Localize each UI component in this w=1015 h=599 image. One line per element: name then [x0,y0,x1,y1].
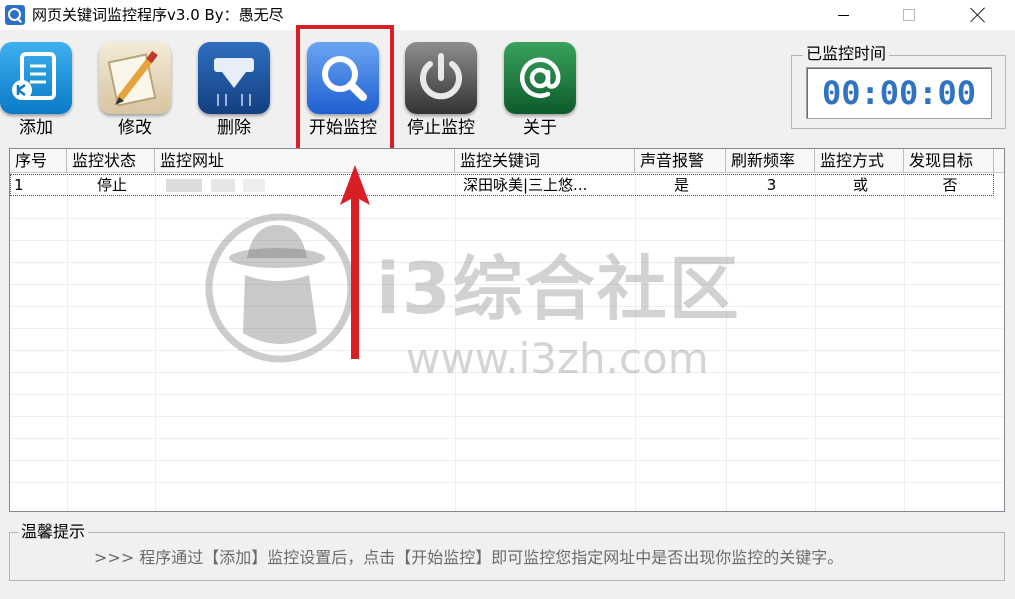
grid-line [10,350,1004,351]
start-button-highlight-box [296,25,394,155]
add-list-icon [0,42,72,114]
cell-found: 否 [942,176,958,194]
delete-button[interactable]: 删除 [189,40,279,140]
add-button[interactable]: 添加 [0,40,81,140]
power-icon [405,42,477,114]
column-header-found[interactable]: 发现目标 [904,149,994,173]
grid-line [10,416,1004,417]
column-header-refresh[interactable]: 刷新频率 [726,149,815,173]
grid-line [10,438,1004,439]
about-button[interactable]: 关于 [495,40,585,140]
maximize-icon [903,9,915,21]
grid-line [10,372,1004,373]
grid-line [10,284,1004,285]
minimize-icon [837,14,849,16]
grid-line [455,173,456,511]
hint-text: >>> 程序通过【添加】监控设置后，点击【开始监控】即可监控您指定网址中是否出现… [94,548,844,567]
cell-status: 停止 [96,176,127,194]
hint-legend: 温馨提示 [18,522,89,542]
cell-mode: 或 [852,176,868,194]
grid-line [635,173,636,511]
grid-line [10,240,1004,241]
app-search-icon [5,5,25,25]
redacted-url-block [243,179,265,192]
cell-keywords: 深田咏美|三上悠... [463,176,588,194]
grid-line [10,482,1004,483]
redacted-url-block [211,179,235,192]
column-header-mode[interactable]: 监控方式 [815,149,904,173]
cell-refresh: 3 [766,176,777,194]
column-header-index[interactable]: 序号 [10,149,67,173]
grid-line [10,218,1004,219]
grid-line [10,262,1004,263]
redacted-url-block [166,179,202,192]
table-row[interactable]: 1 停止 深田咏美|三上悠... 是 3 或 否 [10,174,994,196]
grid-line [815,173,816,511]
edit-button[interactable]: 修改 [90,40,180,140]
title-bar: 网页关键词监控程序v3.0 By：愚无尽 [0,0,1015,30]
column-header-status[interactable]: 监控状态 [67,149,155,173]
timer-legend: 已监控时间 [803,44,890,64]
edit-button-label: 修改 [118,118,152,138]
grid-line [10,394,1004,395]
stop-monitor-button[interactable]: 停止监控 [396,40,486,140]
cell-sound: 是 [673,176,689,194]
minimize-button[interactable] [820,0,866,30]
grid-line [904,173,905,511]
grid-line [726,173,727,511]
close-icon [970,7,986,23]
list-header: 序号 监控状态 监控网址 监控关键词 声音报警 刷新频率 监控方式 发现目标 [10,149,1004,173]
grid-line [10,460,1004,461]
column-header-sound[interactable]: 声音报警 [635,149,726,173]
edit-pencil-icon [99,42,171,114]
grid-line [10,306,1004,307]
grid-line [10,328,1004,329]
cell-index: 1 [14,176,24,194]
column-header-keywords[interactable]: 监控关键词 [455,149,635,173]
maximize-button[interactable] [886,0,932,30]
delete-icon [198,42,270,114]
grid-line [155,173,156,511]
at-sign-icon [504,42,576,114]
about-button-label: 关于 [523,118,557,138]
monitor-list[interactable]: 序号 监控状态 监控网址 监控关键词 声音报警 刷新频率 监控方式 发现目标 1… [9,148,1005,512]
timer-display: 00:00:00 [806,67,992,119]
delete-button-label: 删除 [217,118,251,138]
close-button[interactable] [955,0,1001,30]
grid-line [67,173,68,511]
stop-monitor-label: 停止监控 [407,118,475,138]
add-button-label: 添加 [19,118,53,138]
cell-url [161,175,451,195]
window-title: 网页关键词监控程序v3.0 By：愚无尽 [32,6,284,24]
column-header-url[interactable]: 监控网址 [155,149,455,173]
